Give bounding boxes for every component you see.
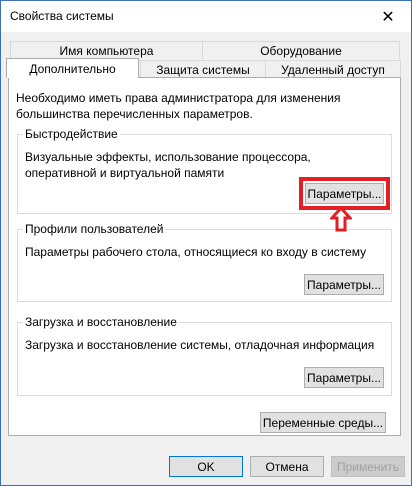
advanced-tab-panel: Необходимо иметь права администратора дл… (8, 77, 401, 436)
tab-computer-name[interactable]: Имя компьютера (10, 41, 203, 59)
user-profiles-legend: Профили пользователей (23, 221, 166, 237)
tab-label: Имя компьютера (59, 43, 154, 58)
window-title: Свойства системы (10, 9, 114, 23)
ok-button[interactable]: OK (169, 456, 243, 477)
performance-legend: Быстродействие (23, 126, 120, 142)
performance-group: Быстродействие Визуальные эффекты, испол… (17, 126, 392, 214)
startup-recovery-group: Загрузка и восстановление Загрузка и вос… (17, 314, 392, 396)
tab-hardware[interactable]: Оборудование (202, 41, 400, 59)
cancel-button[interactable]: Отмена (250, 456, 324, 477)
arrow-up-icon (330, 206, 352, 232)
startup-recovery-legend: Загрузка и восстановление (23, 314, 179, 330)
user-profiles-description: Параметры рабочего стола, относящиеся ко… (25, 245, 367, 259)
tab-system-protection[interactable]: Защита системы (140, 60, 266, 78)
tab-label: Защита системы (156, 62, 250, 77)
startup-recovery-description: Загрузка и восстановление системы, отлад… (25, 338, 375, 352)
user-profiles-settings-button[interactable]: Параметры... (304, 274, 384, 295)
performance-description: Визуальные эффекты, использование процес… (25, 150, 311, 180)
close-icon: ✕ (381, 8, 395, 26)
tab-advanced[interactable]: Дополнительно (6, 58, 139, 78)
admin-notice: Необходимо иметь права администратора дл… (16, 91, 341, 121)
tab-label: Оборудование (260, 43, 342, 58)
tab-label: Дополнительно (29, 61, 116, 76)
user-profiles-group: Профили пользователей Параметры рабочего… (17, 221, 392, 302)
startup-recovery-settings-button[interactable]: Параметры... (304, 367, 384, 388)
close-button[interactable]: ✕ (365, 1, 411, 32)
system-properties-window: Свойства системы ✕ Имя компьютера Оборуд… (0, 0, 412, 486)
environment-variables-button[interactable]: Переменные среды... (260, 412, 386, 433)
title-bar: Свойства системы ✕ (1, 1, 411, 32)
tab-remote-access[interactable]: Удаленный доступ (265, 60, 401, 78)
tab-label: Удаленный доступ (281, 62, 385, 77)
apply-button: Применить (331, 456, 405, 477)
performance-settings-button[interactable]: Параметры... (299, 177, 390, 210)
